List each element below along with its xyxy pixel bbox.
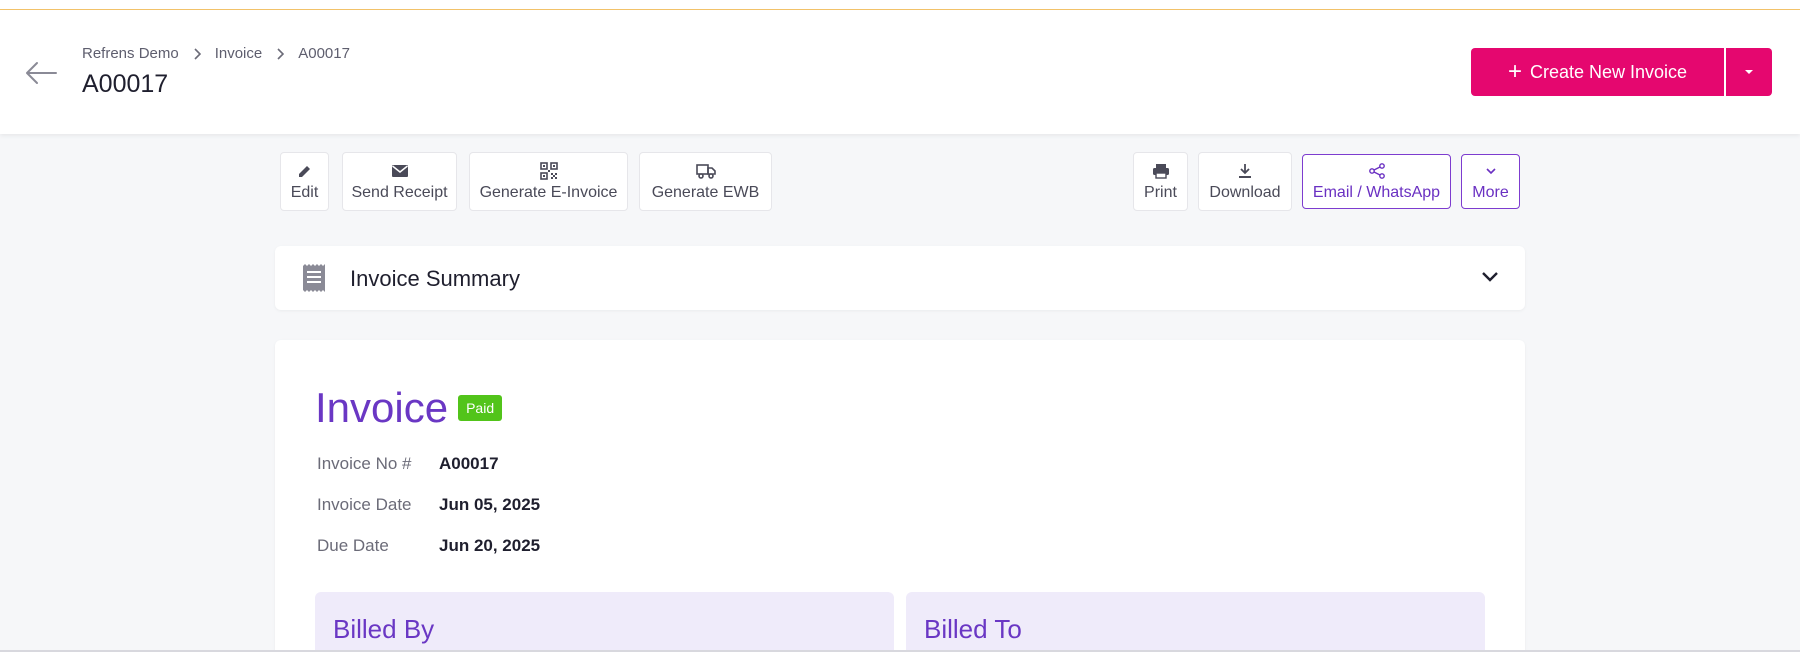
due-date-row: Due Date Jun 20, 2025 xyxy=(317,536,540,556)
create-invoice-split-button: + Create New Invoice xyxy=(1471,48,1772,96)
invoice-summary-label: Invoice Summary xyxy=(350,266,520,291)
field-value: Jun 05, 2025 xyxy=(439,495,541,514)
status-badge: Paid xyxy=(458,395,503,421)
caret-down-icon xyxy=(1745,70,1753,74)
pencil-icon xyxy=(297,162,313,180)
share-icon xyxy=(1368,162,1386,180)
truck-icon xyxy=(695,162,716,180)
send-receipt-label: Send Receipt xyxy=(351,183,448,201)
download-icon xyxy=(1238,162,1252,180)
create-new-invoice-button[interactable]: + Create New Invoice xyxy=(1471,48,1724,96)
email-whatsapp-label: Email / WhatsApp xyxy=(1312,183,1441,201)
billed-to-section: Billed To xyxy=(906,592,1485,652)
breadcrumb: Refrens Demo Invoice A00017 xyxy=(82,45,350,62)
field-label: Due Date xyxy=(317,536,389,555)
invoice-title: Invoice xyxy=(315,384,449,431)
print-button[interactable]: Print xyxy=(1133,152,1188,211)
field-value: Jun 20, 2025 xyxy=(439,536,541,555)
invoice-summary-panel[interactable]: Invoice Summary xyxy=(275,246,1525,310)
invoice-document: Invoice Paid Invoice No # A00017 Invoice… xyxy=(275,340,1525,652)
back-button[interactable] xyxy=(24,60,58,86)
generate-ewb-label: Generate EWB xyxy=(651,183,760,201)
billed-by-title: Billed By xyxy=(333,614,435,644)
breadcrumb-item-current: A00017 xyxy=(298,45,350,62)
generate-einvoice-button[interactable]: Generate E-Invoice xyxy=(469,152,628,211)
billed-to-title: Billed To xyxy=(924,614,1022,644)
download-label: Download xyxy=(1209,183,1281,201)
receipt-icon xyxy=(301,264,327,297)
chevron-right-icon xyxy=(193,47,201,60)
plus-icon: + xyxy=(1507,58,1522,85)
envelope-icon xyxy=(391,162,409,180)
top-accent-strip xyxy=(0,0,1800,10)
generate-ewb-button[interactable]: Generate EWB xyxy=(639,152,772,211)
print-label: Print xyxy=(1144,183,1177,201)
create-invoice-dropdown-button[interactable] xyxy=(1724,48,1772,96)
qr-code-icon xyxy=(539,161,558,180)
invoice-number-row: Invoice No # A00017 xyxy=(317,454,499,474)
more-button[interactable]: More xyxy=(1461,154,1520,209)
chevron-down-icon xyxy=(1481,270,1499,288)
field-label: Invoice No # xyxy=(317,454,412,473)
create-new-invoice-label: Create New Invoice xyxy=(1529,61,1688,82)
field-value: A00017 xyxy=(439,454,499,473)
breadcrumb-item-invoice[interactable]: Invoice xyxy=(215,45,263,62)
invoice-heading: Invoice Paid xyxy=(315,384,503,432)
invoice-date-row: Invoice Date Jun 05, 2025 xyxy=(317,495,540,515)
billed-by-section: Billed By xyxy=(315,592,894,652)
field-label: Invoice Date xyxy=(317,495,412,514)
arrow-left-icon xyxy=(26,62,57,84)
chevron-right-icon xyxy=(276,47,285,60)
email-whatsapp-button[interactable]: Email / WhatsApp xyxy=(1302,154,1451,209)
edit-label: Edit xyxy=(290,183,319,201)
edit-button[interactable]: Edit xyxy=(280,152,329,211)
printer-icon xyxy=(1152,162,1170,180)
page-header: Refrens Demo Invoice A00017 A00017 + Cre… xyxy=(0,10,1800,134)
breadcrumb-item-company[interactable]: Refrens Demo xyxy=(82,45,179,62)
send-receipt-button[interactable]: Send Receipt xyxy=(342,152,457,211)
chevron-down-icon xyxy=(1485,162,1497,180)
more-label: More xyxy=(1472,183,1509,201)
page-title: A00017 xyxy=(82,70,169,98)
download-button[interactable]: Download xyxy=(1198,152,1292,211)
generate-einvoice-label: Generate E-Invoice xyxy=(479,183,618,201)
